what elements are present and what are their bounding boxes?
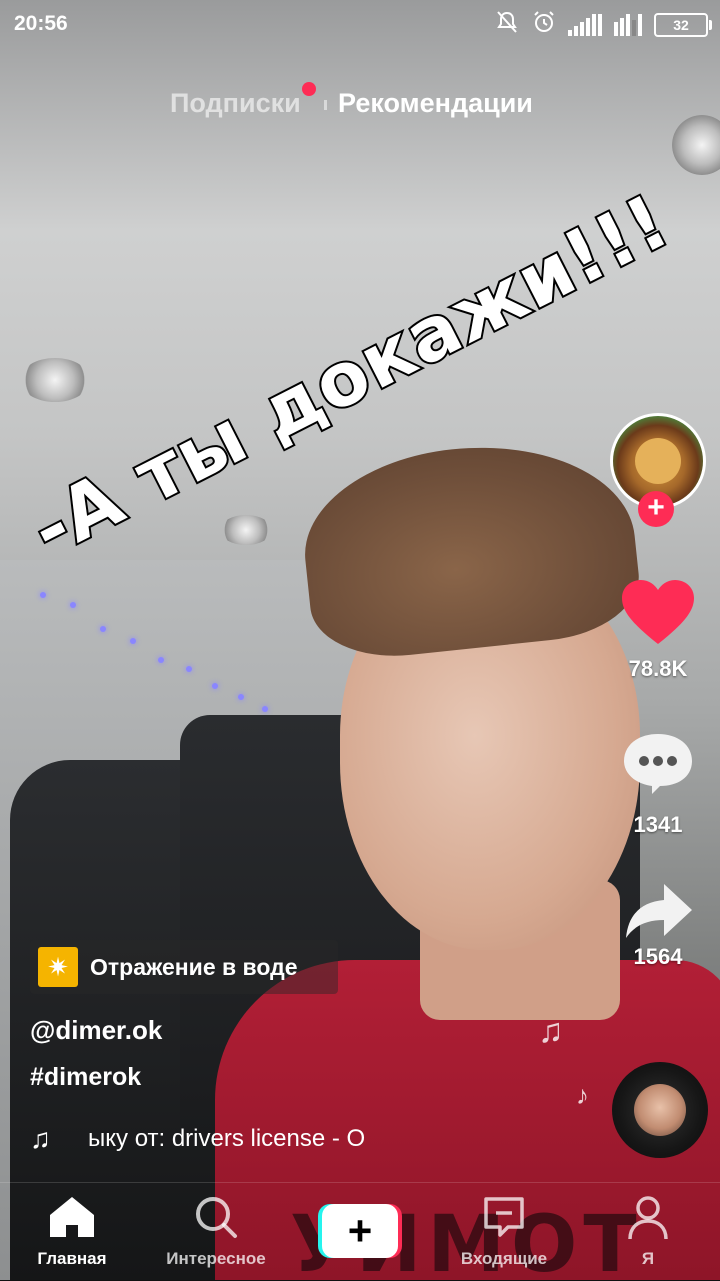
- music-info[interactable]: ♫ ыку от: drivers license - O: [30, 1122, 418, 1156]
- create-video-button[interactable]: +: [318, 1204, 402, 1258]
- heart-icon: [622, 580, 694, 644]
- music-disc-cover: [634, 1084, 686, 1136]
- share-count: 1564: [633, 944, 683, 969]
- nav-inbox-label: Входящие: [460, 1249, 548, 1268]
- floating-note-icon: ♪: [576, 1080, 589, 1110]
- nav-inbox[interactable]: Входящие: [434, 1183, 574, 1281]
- nav-home[interactable]: Главная: [2, 1183, 142, 1281]
- music-note-icon: ♫: [30, 1123, 51, 1154]
- avatar-image: [635, 438, 681, 484]
- follow-plus-button[interactable]: +: [638, 491, 674, 527]
- nav-me[interactable]: Я: [578, 1183, 718, 1281]
- floating-note-icon: ♫: [538, 1012, 564, 1050]
- sparkle-icon: ✷: [38, 947, 78, 987]
- battery-icon: 32: [654, 12, 712, 37]
- music-disc[interactable]: [612, 1062, 708, 1158]
- signal-icon: [568, 13, 602, 36]
- comment-icon: [624, 734, 692, 794]
- feed-tabs: Подписки Рекомендации: [0, 82, 720, 126]
- ceiling-lamp: [20, 358, 90, 402]
- creator-username[interactable]: @dimer.ok: [30, 1015, 162, 1046]
- search-icon: [194, 1195, 238, 1244]
- muted-bell-icon: [494, 10, 520, 39]
- ceiling-lamp: [220, 515, 272, 545]
- alarm-icon: [532, 10, 556, 39]
- home-icon: [48, 1195, 96, 1244]
- tab-for-you[interactable]: Рекомендации: [338, 88, 533, 119]
- effect-label: Отражение в воде: [90, 953, 298, 980]
- tab-separator: [324, 100, 327, 110]
- profile-icon: [626, 1195, 670, 1246]
- nav-home-label: Главная: [37, 1249, 107, 1268]
- tab-following[interactable]: Подписки: [170, 88, 301, 119]
- effect-tag[interactable]: ✷ Отражение в воде: [30, 940, 338, 994]
- comment-button[interactable]: [622, 730, 694, 796]
- music-title: ыку от: drivers license - O: [88, 1125, 366, 1152]
- plus-icon: +: [322, 1204, 398, 1258]
- signal-icon: [614, 13, 642, 36]
- comment-count: 1341: [633, 812, 683, 837]
- new-content-dot: [302, 82, 316, 96]
- status-bar: 20:56 32: [0, 0, 720, 48]
- nav-discover-label: Интересное: [166, 1249, 266, 1268]
- status-icons: 32: [494, 10, 712, 39]
- nav-me-label: Я: [641, 1249, 655, 1268]
- share-arrow-icon: [626, 884, 692, 938]
- like-button[interactable]: [620, 578, 696, 648]
- inbox-icon: [482, 1195, 526, 1244]
- hashtag-link[interactable]: #dimerok: [30, 1063, 141, 1092]
- share-button[interactable]: [624, 882, 694, 940]
- like-count: 78.8K: [628, 656, 688, 681]
- nav-discover[interactable]: Интересное: [146, 1183, 286, 1281]
- status-time: 20:56: [14, 12, 68, 35]
